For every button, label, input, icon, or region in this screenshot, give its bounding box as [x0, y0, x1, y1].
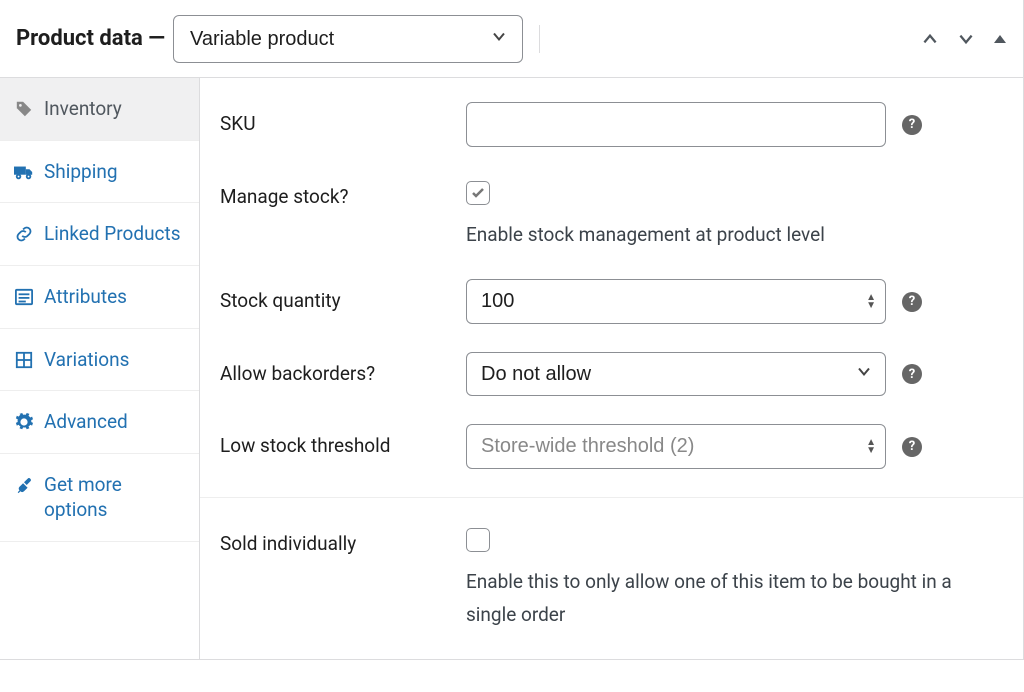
product-type-select-wrap: Variable product [173, 15, 523, 63]
tab-advanced[interactable]: Advanced [0, 391, 199, 454]
help-icon[interactable]: ? [902, 292, 922, 312]
plug-icon [14, 474, 34, 496]
low-stock-threshold-input[interactable] [466, 424, 886, 469]
sold-individually-label: Sold individually [220, 522, 466, 555]
sold-individually-description: Enable this to only allow one of this it… [466, 566, 1003, 631]
allow-backorders-select[interactable]: Do not allow [466, 352, 886, 396]
field-low-stock-threshold: Low stock threshold ▲▼ ? [220, 424, 1003, 469]
gear-icon [14, 411, 34, 433]
manage-stock-description: Enable stock management at product level [466, 219, 1003, 251]
tab-linked-products[interactable]: Linked Products [0, 203, 199, 266]
list-icon [14, 286, 34, 308]
collapse-triangle-icon[interactable] [993, 32, 1007, 46]
product-type-select[interactable]: Variable product [173, 15, 523, 63]
sku-label: SKU [220, 102, 466, 135]
field-sold-individually: Sold individually Enable this to only al… [220, 522, 1003, 631]
stock-quantity-input[interactable] [466, 279, 886, 324]
field-manage-stock: Manage stock? Enable stock management at… [220, 175, 1003, 251]
manage-stock-checkbox[interactable] [466, 181, 490, 205]
header-divider [539, 25, 540, 53]
stock-quantity-label: Stock quantity [220, 279, 466, 312]
truck-icon [14, 161, 34, 183]
field-stock-quantity: Stock quantity ▲▼ ? [220, 279, 1003, 324]
help-icon[interactable]: ? [902, 364, 922, 384]
tab-variations[interactable]: Variations [0, 329, 199, 392]
product-data-tabs: Inventory Shipping Linked Products [0, 78, 200, 659]
tab-inventory[interactable]: Inventory [0, 78, 199, 141]
field-sku: SKU ? [220, 102, 1003, 147]
help-icon[interactable]: ? [902, 437, 922, 457]
link-icon [14, 223, 34, 245]
tab-get-more[interactable]: Get more options [0, 454, 199, 542]
chevron-down-icon[interactable] [957, 30, 975, 48]
help-icon[interactable]: ? [902, 115, 922, 135]
allow-backorders-label: Allow backorders? [220, 352, 466, 385]
inventory-content: SKU ? Manage stock? [200, 78, 1023, 659]
tab-shipping[interactable]: Shipping [0, 141, 199, 204]
panel-header: Product data — Variable product [0, 0, 1023, 78]
panel-title: Product data — [16, 26, 165, 51]
sku-input[interactable] [466, 102, 886, 147]
manage-stock-label: Manage stock? [220, 175, 466, 208]
product-data-panel: Product data — Variable product [0, 0, 1024, 660]
chevron-up-icon[interactable] [921, 30, 939, 48]
grid-icon [14, 349, 34, 371]
header-controls [921, 30, 1007, 48]
field-allow-backorders: Allow backorders? Do not allow [220, 352, 1003, 396]
low-stock-threshold-label: Low stock threshold [220, 424, 466, 457]
tag-icon [14, 98, 34, 120]
panel-body: Inventory Shipping Linked Products [0, 78, 1023, 659]
tab-attributes[interactable]: Attributes [0, 266, 199, 329]
sold-individually-checkbox[interactable] [466, 528, 490, 552]
